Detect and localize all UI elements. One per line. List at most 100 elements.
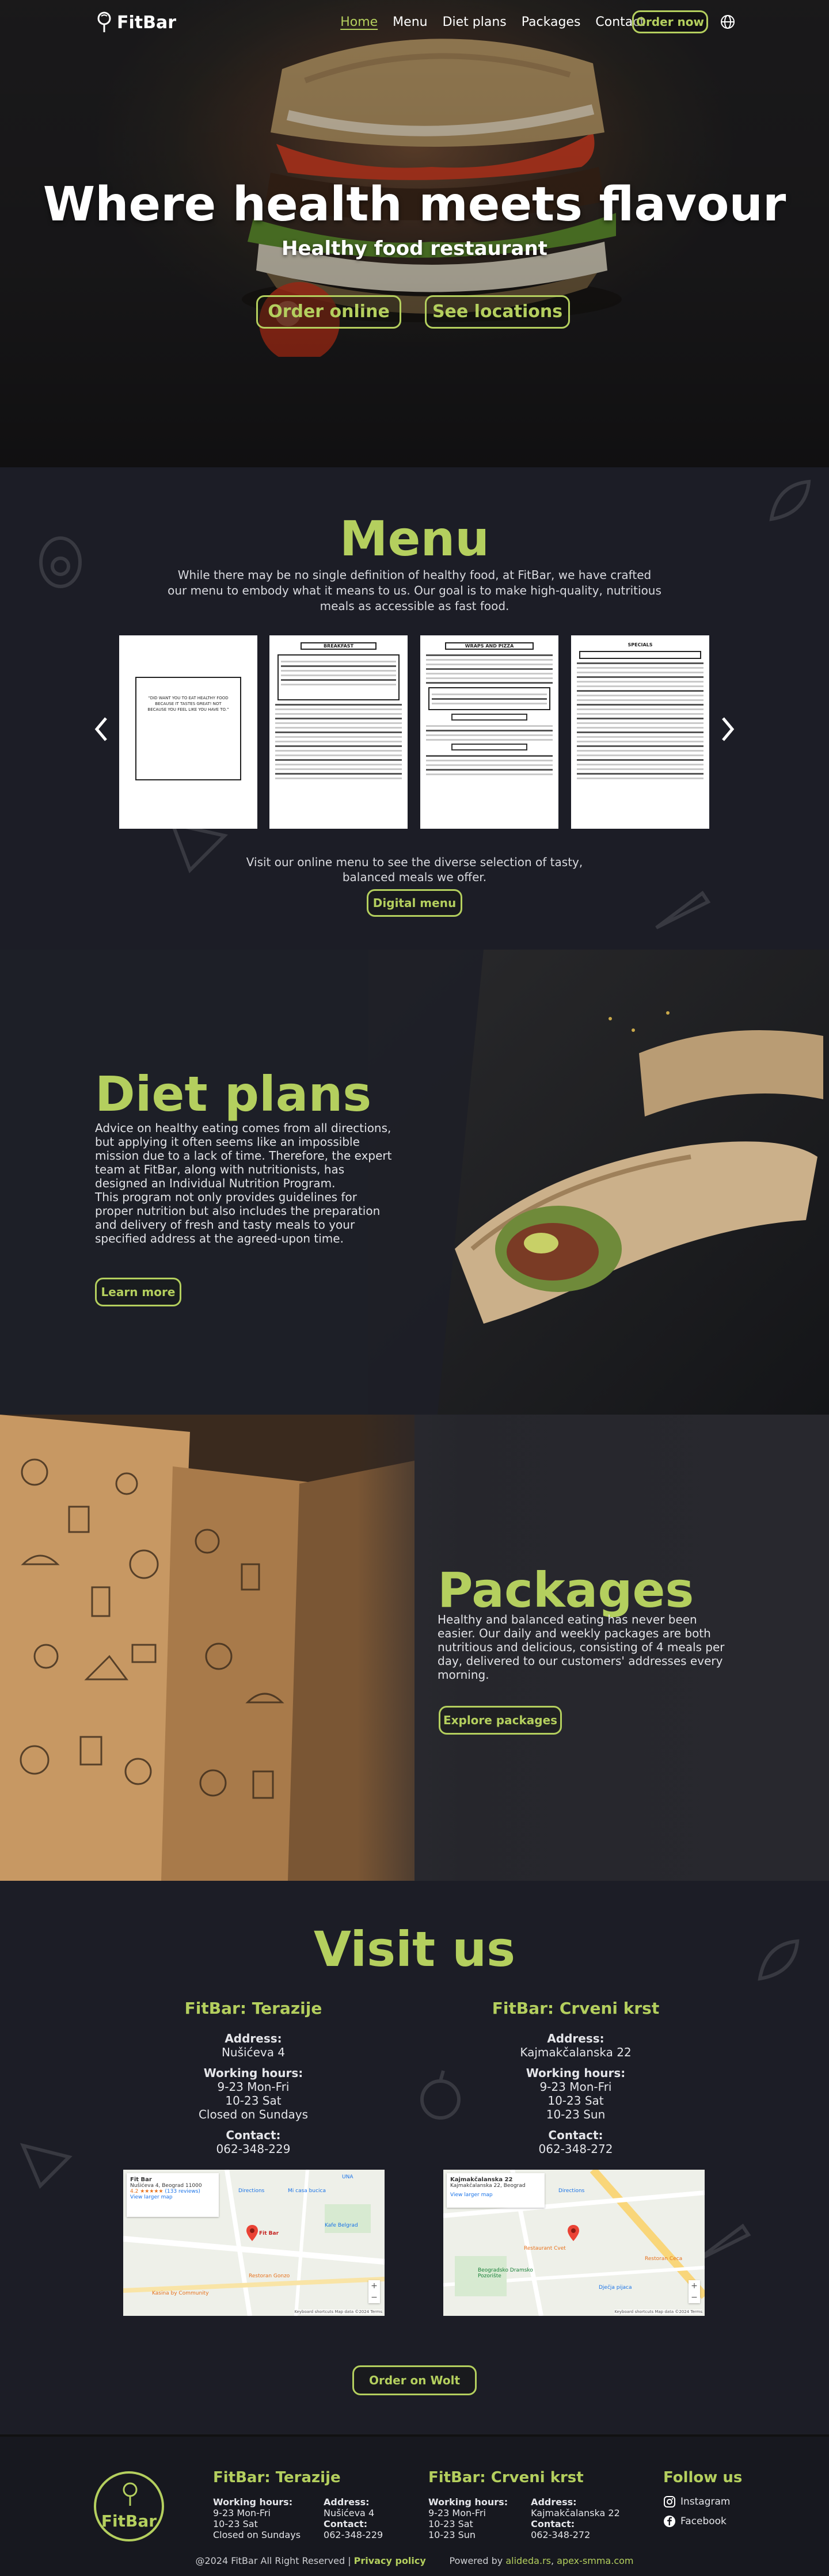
menu-card-cover[interactable]: “DID WANT YOU TO EAT HEALTHY FOOD BECAUS… xyxy=(119,635,257,829)
carrot-icon xyxy=(655,890,711,929)
map-pin-icon xyxy=(246,2225,258,2241)
map-crveni-krst[interactable]: Kajmakčalanska 22 Kajmakčalanska 22, Beo… xyxy=(443,2170,705,2316)
map-rating: 4.2 xyxy=(130,2189,139,2194)
map-terazije[interactable]: Fit Bar Nušićeva 4, Beograd 11000 4.2 ★★… xyxy=(123,2170,385,2316)
packages-title: Packages xyxy=(438,1562,694,1618)
footer-address-label: Address: xyxy=(324,2497,370,2508)
footer-hours-line: 10-23 Sat xyxy=(428,2518,473,2529)
hours-line: 10-23 Sat xyxy=(225,2094,282,2108)
packages-section: Packages Healthy and balanced eating has… xyxy=(0,1415,829,1881)
contact-label: Contact: xyxy=(548,2128,603,2142)
instagram-link[interactable]: Instagram xyxy=(663,2495,742,2508)
hero-title: Where health meets flavour xyxy=(43,177,786,232)
map-place-name: Fit Bar xyxy=(130,2177,152,2183)
map-label: Restoran Gonzo xyxy=(249,2273,290,2279)
instagram-icon xyxy=(664,2496,675,2508)
wrap-photo xyxy=(368,950,829,1415)
hours-line: 10-23 Sat xyxy=(547,2094,604,2108)
phone-value[interactable]: 062-348-272 xyxy=(461,2142,691,2156)
footer-address: Nušićeva 4 xyxy=(324,2508,375,2518)
menu-card-box xyxy=(428,687,550,710)
address-value: Kajmakčalanska 22 xyxy=(520,2045,632,2059)
map-directions-link[interactable]: Directions xyxy=(558,2188,584,2194)
footer-logo[interactable]: FitBar xyxy=(94,2471,164,2541)
footer-location-name: FitBar: Crveni krst xyxy=(428,2469,584,2486)
nav-link-diet-plans[interactable]: Diet plans xyxy=(443,15,507,29)
footer-hours-line: 9-23 Mon-Fri xyxy=(213,2508,271,2518)
view-larger-map-link[interactable]: View larger map xyxy=(450,2192,541,2198)
hours-line: Closed on Sundays xyxy=(198,2108,309,2121)
chevron-right-icon[interactable] xyxy=(720,715,737,744)
menu-cta-text: Visit our online menu to see the diverse… xyxy=(246,855,583,884)
map-reviews: (133 reviews) xyxy=(165,2189,200,2194)
nav-link-menu[interactable]: Menu xyxy=(393,15,427,29)
follow-us-title: Follow us xyxy=(663,2469,743,2486)
menu-title: Menu xyxy=(339,510,490,567)
visit-us-title: Visit us xyxy=(313,1921,516,1977)
menu-description: While there may be no single definition … xyxy=(168,568,661,613)
privacy-policy-link[interactable]: Privacy policy xyxy=(354,2555,426,2566)
location-name: FitBar: Crveni krst xyxy=(492,1999,660,2018)
address-label: Address: xyxy=(225,2032,282,2045)
logo-text: FitBar xyxy=(117,12,177,33)
powered-link-alideda[interactable]: alideda.rs xyxy=(505,2555,551,2566)
hours-label: Working hours: xyxy=(203,2066,303,2080)
packages-text: Healthy and balanced eating has never be… xyxy=(438,1613,725,1682)
fitbar-logo-icon xyxy=(123,2482,138,2506)
order-online-button[interactable]: Order online xyxy=(256,295,401,329)
facebook-link[interactable]: Facebook xyxy=(663,2515,742,2528)
visit-us-section: Visit us FitBar: Terazije Address: Nušić… xyxy=(0,1881,829,2434)
contact-label: Contact: xyxy=(226,2128,281,2142)
view-larger-map-link[interactable]: View larger map xyxy=(130,2194,215,2200)
menu-card-specials[interactable]: SPECIALS xyxy=(571,635,709,829)
menu-card-wraps[interactable]: WRAPS AND PIZZA xyxy=(420,635,558,829)
nav-links: Home Menu Diet plans Packages Contact xyxy=(340,15,645,29)
map-footer: Keyboard shortcuts Map data ©2024 Terms xyxy=(614,2310,702,2314)
menu-card-quote: “DID WANT YOU TO EAT HEALTHY FOOD BECAUS… xyxy=(135,677,241,780)
nav-link-packages[interactable]: Packages xyxy=(522,15,581,29)
footer-phone[interactable]: 062-348-272 xyxy=(531,2529,620,2540)
map-zoom-control[interactable]: + − xyxy=(368,2280,380,2303)
copyright-text: @2024 FitBar All Right Reserved | xyxy=(195,2555,351,2566)
chevron-left-icon[interactable] xyxy=(92,715,109,744)
menu-card-box xyxy=(277,654,400,700)
hero-overlay xyxy=(0,0,829,467)
fitbar-logo[interactable]: FitBar xyxy=(95,12,176,33)
order-on-wolt-button[interactable]: Order on Wolt xyxy=(352,2365,477,2395)
digital-menu-button[interactable]: Digital menu xyxy=(367,889,462,917)
menu-card-subheading xyxy=(451,744,527,750)
footer-address: Kajmakčalanska 22 xyxy=(531,2508,620,2518)
pizza-icon xyxy=(20,2143,73,2189)
footer-contact-label: Contact: xyxy=(531,2518,575,2529)
footer-location-crveni-krst: FitBar: Crveni krst Working hours: 9-23 … xyxy=(428,2469,620,2540)
footer-address-label: Address: xyxy=(531,2497,577,2508)
fitbar-logo-icon xyxy=(97,12,111,32)
map-info-card: Fit Bar Nušićeva 4, Beograd 11000 4.2 ★★… xyxy=(127,2173,219,2217)
location-crveni-krst: FitBar: Crveni krst Address: Kajmakčalan… xyxy=(461,1999,691,2156)
map-pin-label: Fit Bar xyxy=(259,2231,279,2236)
menu-card-heading: WRAPS AND PIZZA xyxy=(445,642,534,650)
address-label: Address: xyxy=(547,2032,604,2045)
footer-contact-label: Contact: xyxy=(324,2518,368,2529)
map-label: Dječja pijaca xyxy=(599,2285,632,2291)
footer-hours-label: Working hours: xyxy=(428,2497,508,2508)
nav-link-home[interactable]: Home xyxy=(340,15,378,29)
map-place-address: Kajmakčalanska 22, Beograd xyxy=(450,2183,526,2189)
phone-value[interactable]: 062-348-229 xyxy=(138,2142,368,2156)
diet-plans-text: Advice on healthy eating comes from all … xyxy=(95,1121,392,1245)
footer-location-terazije: FitBar: Terazije Working hours: 9-23 Mon… xyxy=(213,2469,383,2540)
top-nav: FitBar Home Menu Diet plans Packages Con… xyxy=(0,0,829,46)
footer-phone[interactable]: 062-348-229 xyxy=(324,2529,383,2540)
diet-plans-title: Diet plans xyxy=(95,1066,372,1122)
order-now-button[interactable]: Order now xyxy=(632,10,708,33)
learn-more-button[interactable]: Learn more xyxy=(95,1278,181,1306)
apple-icon xyxy=(420,2070,461,2120)
powered-link-apex[interactable]: apex-smma.com xyxy=(557,2555,633,2566)
explore-packages-button[interactable]: Explore packages xyxy=(439,1706,562,1735)
globe-icon[interactable] xyxy=(720,14,736,30)
map-directions-link[interactable]: Directions xyxy=(238,2188,264,2194)
footer-location-name: FitBar: Terazije xyxy=(213,2469,341,2486)
menu-card-breakfast[interactable]: BREAKFAST xyxy=(269,635,408,829)
see-locations-button[interactable]: See locations xyxy=(425,295,570,329)
map-zoom-control[interactable]: + − xyxy=(689,2280,700,2303)
